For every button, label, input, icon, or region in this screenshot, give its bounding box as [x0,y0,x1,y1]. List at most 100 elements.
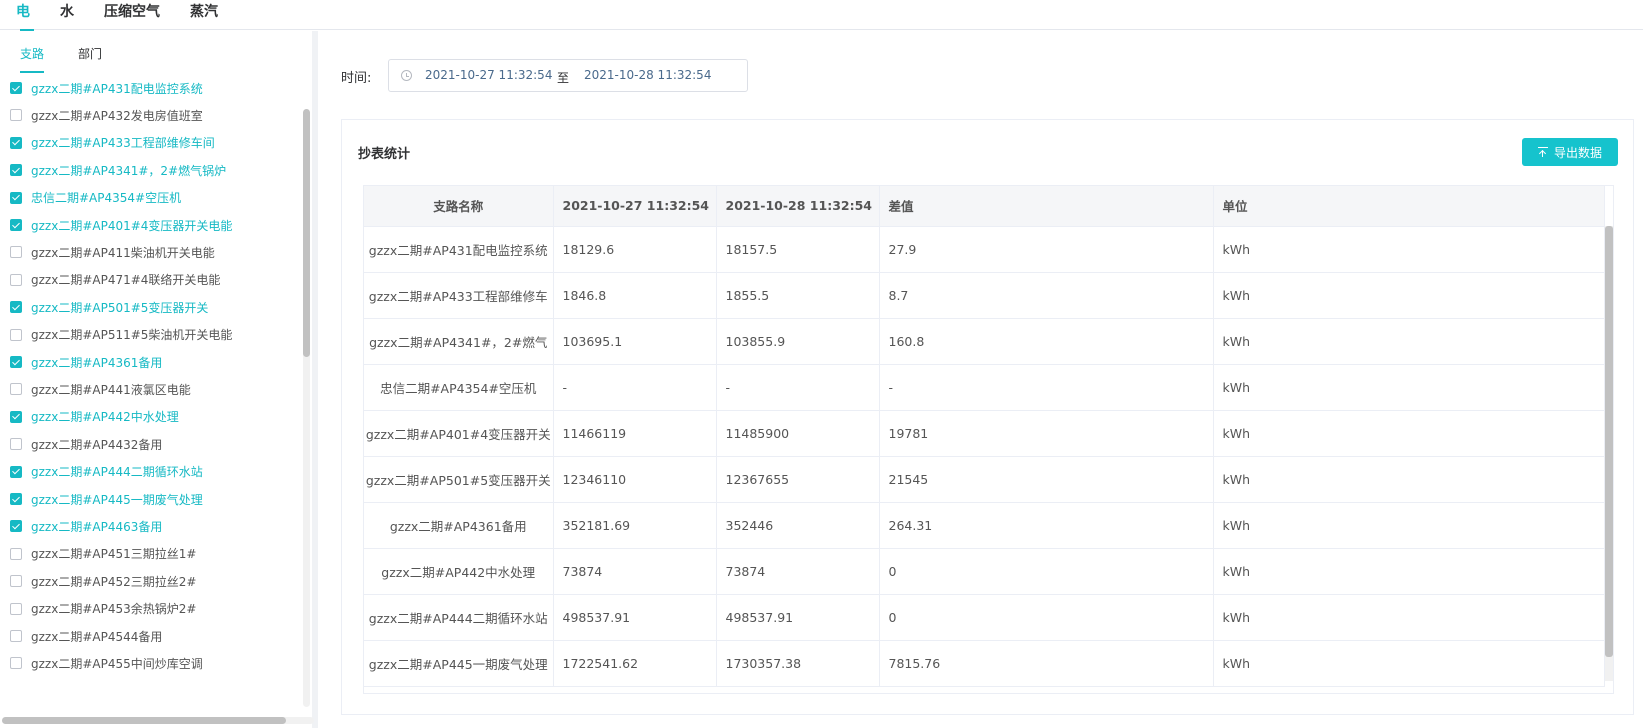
table-row: gzzx二期#AP4361备用 352181.69 352446 264.31 kWh [364,502,1605,549]
table-row: gzzx二期#AP444二期循环水站 498537.91 498537.91 0 kWh [364,594,1605,641]
branch-label: gzzx二期#AP4544备用 [31,629,163,644]
branch-list-item[interactable]: gzzx二期#AP511#5柴油机开关电能 [10,325,232,345]
branch-list-item[interactable]: gzzx二期#AP451三期拉丝1# [10,544,196,564]
branch-checkbox[interactable] [10,164,22,177]
branch-list-item[interactable]: gzzx二期#AP4432备用 [10,434,162,454]
table-cell: kWh [1213,364,1605,411]
branch-list-item[interactable]: gzzx二期#AP401#4变压器开关电能 [10,215,232,235]
table-cell: 12367655 [716,456,880,503]
branch-list-item[interactable]: 忠信二期#AP4354#空压机 [10,188,181,208]
branch-checkbox[interactable] [10,246,22,259]
branch-panel: 支路 部门 gzzx二期#AP431配电监控系统 gzzx二期#AP432发电房值班… [0,31,318,728]
branch-list-item[interactable]: gzzx二期#AP411柴油机开关电能 [10,242,215,262]
table-cell: 103855.9 [716,318,880,365]
branch-checkbox[interactable] [10,493,22,505]
branch-checkbox[interactable] [10,383,22,396]
branch-checkbox[interactable] [10,575,22,588]
column-header: 2021-10-28 11:32:54 [716,186,880,227]
table-cell: 1846.8 [553,272,717,319]
table-cell: kWh [1213,318,1605,365]
branch-list-item[interactable]: gzzx二期#AP432发电房值班室 [10,105,203,125]
table-cell: 352446 [716,502,880,549]
table-cell: 352181.69 [553,502,717,549]
date-range-picker[interactable]: 2021-10-27 11:32:54 至 2021-10-28 11:32:5… [388,59,748,92]
column-header: 差值 [879,186,1214,227]
branch-list-item[interactable]: gzzx二期#AP445一期废气处理 [10,489,203,509]
table-cell: 1730357.38 [716,640,880,687]
branch-list-item[interactable]: gzzx二期#AP433工程部维修车间 [10,133,215,153]
branch-checkbox[interactable] [10,301,22,314]
branch-list-item[interactable]: gzzx二期#AP4463备用 [10,516,162,536]
branch-checkbox[interactable] [10,273,22,286]
branch-list-item[interactable]: gzzx二期#AP453余热锅炉2# [10,599,196,619]
branch-list-item[interactable]: gzzx二期#AP471#4联络开关电能 [10,270,220,290]
branch-list-item[interactable]: gzzx二期#AP452三期拉丝2# [10,571,196,591]
table-cell: 8.7 [879,272,1214,319]
branch-checkbox[interactable] [10,219,22,231]
branch-checkbox[interactable] [10,630,22,642]
branch-list-horizontal-scrollbar[interactable] [2,717,314,724]
tab-energy-type[interactable]: 蒸汽 [190,0,218,30]
table-cell: gzzx二期#AP444二期循环水站 [364,594,554,641]
table-cell: 7815.76 [879,640,1214,687]
branch-checkbox[interactable] [10,547,22,560]
table-cell: 21545 [879,456,1214,503]
branch-label: gzzx二期#AP511#5柴油机开关电能 [31,328,233,343]
branch-list-item[interactable]: gzzx二期#AP442中水处理 [10,407,179,427]
branch-checkbox[interactable] [10,356,22,368]
branch-list-item[interactable]: gzzx二期#AP4361备用 [10,352,162,372]
branch-list-item[interactable]: gzzx二期#AP431配电监控系统 [10,78,203,98]
export-data-button[interactable]: 导出数据 [1522,138,1618,166]
branch-checkbox[interactable] [10,465,22,478]
table-cell: 103695.1 [553,318,717,365]
table-cell: gzzx二期#AP431配电监控系统 [364,226,554,273]
branch-checkbox[interactable] [10,657,22,670]
table-cell: 18157.5 [716,226,880,273]
branch-label: gzzx二期#AP4463备用 [31,519,163,534]
branch-label: gzzx二期#AP453余热锅炉2# [31,602,197,617]
branch-checkbox[interactable] [10,136,22,149]
scrollbar-thumb[interactable] [303,109,310,357]
branch-label: gzzx二期#AP471#4联络开关电能 [31,273,221,288]
branch-list-item[interactable]: gzzx二期#AP455中间炒库空调 [10,653,203,673]
branch-list-vertical-scrollbar[interactable] [303,109,310,707]
branch-list-item[interactable]: gzzx二期#AP441液氯区电能 [10,379,191,399]
branch-list-item[interactable]: gzzx二期#AP4544备用 [10,626,162,646]
table-cell: 忠信二期#AP4354#空压机 [364,364,554,411]
table-row: 忠信二期#AP4354#空压机 - - - kWh [364,364,1605,411]
start-date-input[interactable]: 2021-10-27 11:32:54 [425,68,552,82]
branch-list-item[interactable]: gzzx二期#AP501#5变压器开关 [10,297,208,317]
tab-energy-type[interactable]: 电 [16,0,34,31]
branch-label: gzzx二期#AP442中水处理 [31,410,179,425]
meter-table-container: 支路名称 2021-10-27 11:32:54 2021-10-28 11:32:… [363,185,1614,694]
tab-energy-type[interactable]: 压缩空气 [104,0,160,30]
branch-checkbox[interactable] [10,82,22,94]
branch-checkbox[interactable] [10,438,22,451]
branch-label: gzzx二期#AP455中间炒库空调 [31,656,203,671]
table-cell: gzzx二期#AP4361备用 [364,502,554,549]
table-row: gzzx二期#AP431配电监控系统 18129.6 18157.5 27.9 kWh [364,226,1605,273]
tab-energy-type[interactable]: 水 [60,0,74,30]
meter-stats-card: 抄表统计 导出数据 支路名称 2021-10-27 11:32:54 2021-10… [341,119,1634,715]
branch-list-item[interactable]: gzzx二期#AP4341#，2#燃气锅炉 [10,160,226,180]
scrollbar-thumb[interactable] [1605,226,1613,657]
branch-checkbox[interactable] [10,109,22,122]
table-cell: gzzx二期#AP445一期废气处理 [364,640,554,687]
branch-checkbox[interactable] [10,328,22,341]
scrollbar-thumb[interactable] [2,717,286,724]
column-header: 支路名称 [364,186,554,227]
branch-checkbox[interactable] [10,602,22,615]
tab-department[interactable]: 部门 [78,45,102,71]
branch-checkbox[interactable] [10,520,22,533]
table-vertical-scrollbar[interactable] [1605,226,1613,681]
branch-checkbox[interactable] [10,410,22,423]
table-cell: 1722541.62 [553,640,717,687]
branch-checkbox[interactable] [10,191,22,204]
table-cell: 18129.6 [553,226,717,273]
branch-label: gzzx二期#AP432发电房值班室 [31,108,203,123]
branch-label: gzzx二期#AP452三期拉丝2# [31,574,197,589]
end-date-input[interactable]: 2021-10-28 11:32:54 [584,68,711,82]
branch-list-item[interactable]: gzzx二期#AP444二期循环水站 [10,462,203,482]
tab-branch[interactable]: 支路 [20,45,45,73]
branch-label: gzzx二期#AP411柴油机开关电能 [31,245,215,260]
